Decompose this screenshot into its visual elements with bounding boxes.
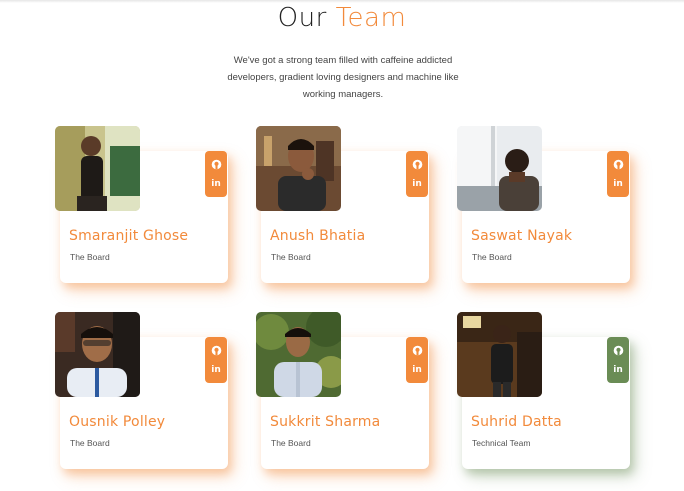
member-photo bbox=[55, 312, 140, 397]
member-name: Suhrid Datta bbox=[471, 414, 562, 430]
member-role: The Board bbox=[70, 438, 110, 448]
member-role: Technical Team bbox=[472, 438, 531, 448]
github-icon[interactable] bbox=[610, 156, 626, 172]
page-title: Our Team bbox=[0, 0, 684, 36]
linkedin-icon[interactable]: in bbox=[610, 362, 626, 378]
linkedin-icon[interactable]: in bbox=[409, 176, 425, 192]
member-photo bbox=[457, 312, 542, 397]
member-role: The Board bbox=[271, 252, 311, 262]
github-icon[interactable] bbox=[610, 342, 626, 358]
github-icon[interactable] bbox=[409, 156, 425, 172]
linkedin-icon[interactable]: in bbox=[208, 176, 224, 192]
github-icon[interactable] bbox=[409, 342, 425, 358]
linkedin-icon[interactable]: in bbox=[208, 362, 224, 378]
member-role: The Board bbox=[472, 252, 512, 262]
member-role: The Board bbox=[271, 438, 311, 448]
social-links: in bbox=[406, 337, 428, 383]
github-icon[interactable] bbox=[208, 342, 224, 358]
social-links: in bbox=[205, 151, 227, 197]
social-links: in bbox=[406, 151, 428, 197]
member-name: Anush Bhatia bbox=[270, 228, 366, 244]
member-role: The Board bbox=[70, 252, 110, 262]
title-main: Our bbox=[277, 3, 327, 33]
member-name: Smaranjit Ghose bbox=[69, 228, 189, 244]
member-photo bbox=[55, 126, 140, 211]
social-links: in bbox=[607, 337, 629, 383]
member-photo bbox=[457, 126, 542, 211]
member-name: Ousnik Polley bbox=[69, 414, 166, 430]
member-name: Sukkrit Sharma bbox=[270, 414, 381, 430]
linkedin-icon[interactable]: in bbox=[610, 176, 626, 192]
member-photo bbox=[256, 312, 341, 397]
member-name: Saswat Nayak bbox=[471, 228, 573, 244]
social-links: in bbox=[205, 337, 227, 383]
page-subtitle: We've got a strong team filled with caff… bbox=[227, 55, 459, 100]
social-links: in bbox=[607, 151, 629, 197]
linkedin-icon[interactable]: in bbox=[409, 362, 425, 378]
title-accent: Team bbox=[335, 3, 407, 33]
github-icon[interactable] bbox=[208, 156, 224, 172]
member-photo bbox=[256, 126, 341, 211]
